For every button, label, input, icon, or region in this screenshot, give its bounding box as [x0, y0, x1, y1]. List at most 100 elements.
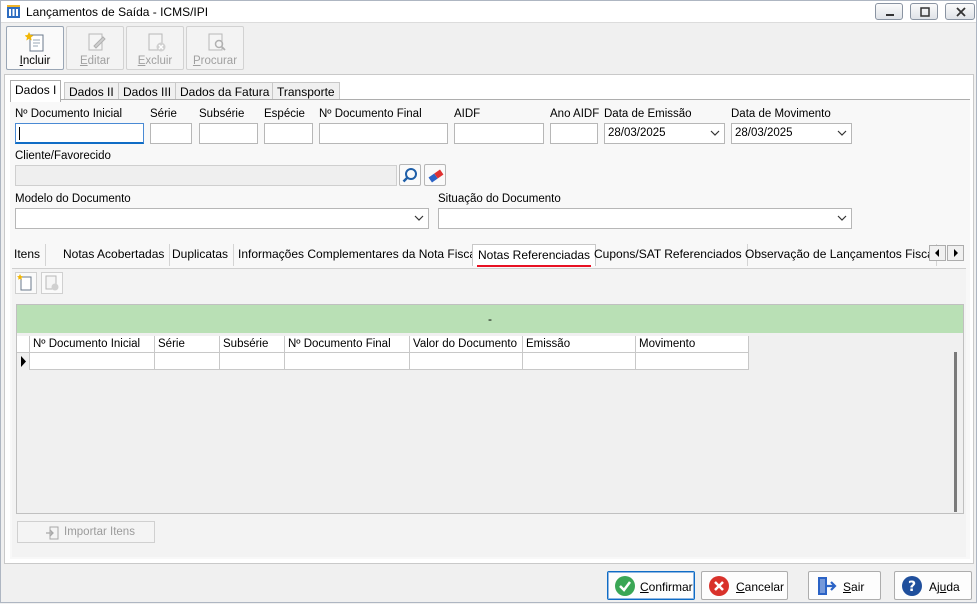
- maximize-icon: [920, 7, 930, 17]
- chevron-down-icon: [837, 215, 847, 221]
- data-emissao-value: 28/03/2025: [608, 127, 666, 139]
- table-cell[interactable]: [523, 353, 636, 370]
- serie-input[interactable]: [150, 123, 192, 144]
- active-tab-underline: [477, 265, 592, 267]
- data-movimento-picker[interactable]: 28/03/2025: [731, 123, 852, 144]
- tab-scroll-right[interactable]: [947, 245, 964, 261]
- svg-text:?: ?: [908, 579, 916, 595]
- tab-dados-i[interactable]: Dados I: [10, 80, 62, 102]
- subserie-label: Subsérie: [199, 108, 245, 120]
- add-row-button[interactable]: [15, 272, 37, 294]
- maximize-button[interactable]: [910, 3, 938, 20]
- col-subserie[interactable]: Subsérie: [220, 336, 285, 353]
- minimize-button[interactable]: [875, 3, 903, 20]
- cancel-button[interactable]: Cancelar: [701, 571, 788, 600]
- doc-final-label: Nº Documento Final: [319, 108, 422, 120]
- col-doc-inicial[interactable]: Nº Documento Inicial: [30, 336, 155, 353]
- col-emissao[interactable]: Emissão: [523, 336, 636, 353]
- inner-tabs: Itens Notas Acobertadas Duplicatas Infor…: [9, 244, 969, 268]
- text-caret: [19, 127, 20, 140]
- table-cell[interactable]: [636, 353, 749, 370]
- doc-inicial-label: Nº Documento Inicial: [15, 108, 123, 120]
- grid-group-header-text: -: [488, 312, 492, 326]
- cancel-label: Cancelar: [736, 580, 785, 594]
- tab-transporte[interactable]: Transporte: [272, 82, 340, 100]
- grid-vertical-scrollbar[interactable]: [949, 336, 963, 513]
- grid-group-header: -: [17, 305, 963, 333]
- chevron-down-icon: [710, 130, 720, 136]
- include-button[interactable]: Incluir: [6, 26, 64, 70]
- confirm-button[interactable]: Confirmar: [607, 571, 695, 600]
- search-button[interactable]: Procurar: [186, 26, 244, 70]
- situacao-label: Situação do Documento: [438, 193, 561, 205]
- arrow-right-icon: [954, 249, 958, 257]
- cancel-icon: [709, 576, 729, 596]
- search-label: Procurar: [192, 55, 238, 67]
- tab-duplicatas[interactable]: Duplicatas: [167, 244, 235, 266]
- import-icon: [46, 526, 59, 540]
- footer-bar: Confirmar Cancelar Sair ? Ajuda: [1, 566, 976, 604]
- check-icon: [615, 576, 635, 596]
- exit-label: Sair: [843, 580, 865, 594]
- clear-client-button[interactable]: [424, 164, 446, 186]
- app-icon: [7, 5, 20, 18]
- scrollbar-thumb[interactable]: [954, 352, 957, 512]
- tab-scroll-arrows: [929, 245, 965, 261]
- ano-aidf-label: Ano AIDF: [550, 108, 600, 120]
- table-cell[interactable]: [30, 353, 155, 370]
- tab-notas-referenciadas[interactable]: Notas Referenciadas: [472, 244, 597, 267]
- tab-scroll-left[interactable]: [929, 245, 946, 261]
- doc-inicial-input[interactable]: [15, 123, 144, 144]
- exit-button[interactable]: Sair: [808, 571, 881, 600]
- tab-dados-ii[interactable]: Dados II: [64, 82, 119, 100]
- especie-input[interactable]: [264, 123, 313, 144]
- close-icon: [956, 7, 966, 17]
- situacao-select[interactable]: [438, 208, 852, 229]
- cliente-input[interactable]: [15, 165, 397, 186]
- edit-button[interactable]: Editar: [66, 26, 124, 70]
- row-indicator-header: [17, 336, 30, 353]
- search-client-button[interactable]: [399, 164, 421, 186]
- col-doc-final[interactable]: Nº Documento Final: [285, 336, 410, 353]
- data-emissao-picker[interactable]: 28/03/2025: [604, 123, 725, 144]
- close-button[interactable]: [945, 3, 975, 20]
- import-items-button[interactable]: Importar Itens: [17, 521, 155, 543]
- edit-label: Editar: [79, 55, 111, 67]
- doc-final-input[interactable]: [319, 123, 448, 144]
- table-cell[interactable]: [285, 353, 410, 370]
- help-icon: ?: [902, 576, 922, 596]
- table-cell[interactable]: [155, 353, 220, 370]
- delete-button[interactable]: Excluir: [126, 26, 184, 70]
- tab-notas-referenciadas-label: Notas Referenciadas: [478, 248, 591, 262]
- title-bar: Lançamentos de Saída - ICMS/IPI: [1, 1, 976, 23]
- tab-notas-acobertadas[interactable]: Notas Acobertadas: [58, 244, 171, 266]
- subserie-input[interactable]: [199, 123, 258, 144]
- table-cell[interactable]: [220, 353, 285, 370]
- tab-itens[interactable]: Itens: [9, 244, 47, 266]
- tab-dados-iii[interactable]: Dados III: [118, 82, 177, 100]
- edit-icon: [88, 33, 106, 51]
- help-button[interactable]: ? Ajuda: [894, 571, 972, 600]
- include-label: Incluir: [19, 55, 51, 67]
- table-cell[interactable]: [410, 353, 523, 370]
- col-movimento[interactable]: Movimento: [636, 336, 749, 353]
- tab-observacao[interactable]: Observação de Lançamentos Fiscais (C: [740, 244, 937, 266]
- remove-row-button[interactable]: [41, 272, 63, 294]
- ano-aidf-input[interactable]: [550, 123, 598, 144]
- tab-cupons-sat[interactable]: Cupons/SAT Referenciados: [589, 244, 748, 266]
- tab-info-complementares[interactable]: Informações Complementares da Nota Fisca…: [233, 244, 485, 266]
- help-label: Ajuda: [929, 580, 960, 594]
- delete-document-icon: [45, 275, 59, 291]
- col-valor[interactable]: Valor do Documento: [410, 336, 523, 353]
- data-movimento-value: 28/03/2025: [735, 127, 793, 139]
- col-serie[interactable]: Série: [155, 336, 220, 353]
- tab-dados-fatura[interactable]: Dados da Fatura: [175, 82, 275, 100]
- serie-label: Série: [150, 108, 177, 120]
- modelo-select[interactable]: [15, 208, 429, 229]
- aidf-input[interactable]: [454, 123, 544, 144]
- new-document-icon: [25, 32, 44, 52]
- arrow-left-icon: [935, 249, 939, 257]
- data-emissao-label: Data de Emissão: [604, 108, 692, 120]
- new-document-icon: [17, 274, 32, 291]
- toolbar: Incluir Editar Excluir Procurar: [1, 24, 976, 72]
